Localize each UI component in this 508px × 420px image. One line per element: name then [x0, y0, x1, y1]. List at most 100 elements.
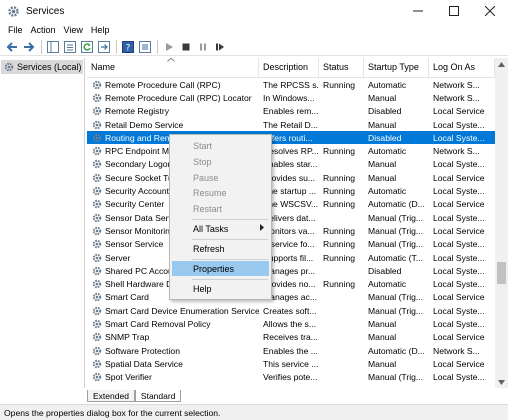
- table-row[interactable]: Security Accounts Manager The startup ...…: [87, 184, 508, 197]
- service-startup-type: Manual (Trig...: [368, 292, 424, 303]
- table-row[interactable]: RPC Endpoint Mapper Resolves RP... Running…: [87, 144, 508, 157]
- toolbar: ?: [0, 38, 508, 56]
- scroll-up-arrow-icon[interactable]: [495, 58, 508, 70]
- service-gear-icon: [92, 253, 102, 263]
- table-row[interactable]: Secure Socket Tunneling Protocol Service…: [87, 171, 508, 184]
- service-description: Creates soft...: [263, 305, 317, 316]
- back-arrow-icon[interactable]: [4, 39, 20, 55]
- context-menu-resume[interactable]: Resume: [172, 185, 269, 200]
- service-description: Enables rem...: [263, 106, 319, 117]
- refresh-icon[interactable]: [79, 39, 95, 55]
- start-service-play-icon[interactable]: [161, 39, 177, 55]
- column-header-status[interactable]: Status: [319, 58, 364, 77]
- service-log-on-as: Local Syste...: [433, 318, 485, 329]
- service-description: This service ...: [263, 358, 319, 369]
- service-name: Remote Procedure Call (RPC) Locator: [105, 92, 252, 103]
- table-row[interactable]: Retail Demo Service The Retail D... Manual…: [87, 118, 508, 131]
- service-name: Server: [105, 252, 131, 263]
- table-row[interactable]: Remote Procedure Call (RPC) The RPCSS s..…: [87, 78, 508, 91]
- context-menu: Start Stop Pause Resume Restart All Task…: [169, 134, 272, 300]
- service-name-cell: Software Protection: [87, 346, 259, 356]
- context-menu-restart[interactable]: Restart: [172, 201, 269, 216]
- vertical-scrollbar[interactable]: [495, 58, 508, 388]
- service-name: Spot Verifier: [105, 372, 152, 383]
- show-hide-tree-icon[interactable]: [45, 39, 61, 55]
- table-row[interactable]: Routing and Remote Access Offers routi...…: [87, 131, 508, 145]
- service-name-cell: Retail Demo Service: [87, 120, 259, 130]
- column-header-startup-type[interactable]: Startup Type: [364, 58, 429, 77]
- toolbar-separator: [157, 39, 158, 54]
- service-gear-icon: [92, 292, 102, 302]
- pause-service-icon[interactable]: [195, 39, 211, 55]
- restart-service-icon[interactable]: [212, 39, 228, 55]
- service-gear-icon: [92, 226, 102, 236]
- service-log-on-as: Local Service: [433, 199, 485, 210]
- table-row[interactable]: Smart Card Manages ac... Manual (Trig... Lo…: [87, 291, 508, 304]
- table-row[interactable]: Sensor Service A service fo... Running Manu…: [87, 238, 508, 251]
- context-menu-separator: [192, 219, 268, 220]
- stop-service-icon[interactable]: [178, 39, 194, 55]
- scrollbar-thumb[interactable]: [497, 262, 506, 284]
- toolbar-separator: [116, 39, 117, 54]
- help-book-icon[interactable]: ?: [120, 39, 136, 55]
- table-row[interactable]: SNMP Trap Receives tra... Manual Local Serv…: [87, 331, 508, 344]
- service-name: Secondary Logon: [105, 159, 173, 170]
- table-row[interactable]: Security Center The WSCSV... Running Automa…: [87, 198, 508, 211]
- menu-help[interactable]: Help: [87, 25, 114, 35]
- column-header-description[interactable]: Description: [259, 58, 319, 77]
- context-menu-pause[interactable]: Pause: [172, 170, 269, 185]
- table-row[interactable]: Secondary Logon Enables star... Manual Loca…: [87, 158, 508, 171]
- tree-item-services-local[interactable]: Services (Local): [1, 60, 83, 74]
- title-bar: Services: [0, 0, 508, 22]
- context-menu-refresh[interactable]: Refresh: [172, 241, 269, 256]
- service-startup-type: Disabled: [368, 132, 402, 143]
- service-status: Running: [323, 172, 356, 183]
- service-startup-type: Manual: [368, 332, 397, 343]
- forward-arrow-icon[interactable]: [21, 39, 37, 55]
- maximize-button[interactable]: [436, 0, 472, 22]
- tab-extended[interactable]: Extended: [87, 390, 135, 402]
- table-row[interactable]: Server Supports fil... Running Automatic (T…: [87, 251, 508, 264]
- table-row[interactable]: Sensor Monitoring Service Monitors va... R…: [87, 224, 508, 237]
- service-log-on-as: Network S...: [433, 345, 480, 356]
- column-header-label: Description: [263, 62, 309, 72]
- export-list-icon[interactable]: [96, 39, 112, 55]
- context-menu-start[interactable]: Start: [172, 138, 269, 153]
- scroll-down-arrow-icon[interactable]: [495, 376, 508, 388]
- service-startup-type: Manual: [368, 358, 397, 369]
- service-name: Retail Demo Service: [105, 119, 184, 130]
- context-menu-help[interactable]: Help: [172, 281, 269, 296]
- column-header-label: Status: [323, 62, 349, 72]
- table-row[interactable]: Software Protection Enables the ... Automa…: [87, 344, 508, 357]
- table-row[interactable]: Spot Verifier Verifies pote... Manual (Tri…: [87, 371, 508, 384]
- context-menu-stop[interactable]: Stop: [172, 154, 269, 169]
- close-button[interactable]: [472, 0, 508, 22]
- column-header-log-on-as[interactable]: Log On As: [429, 58, 495, 77]
- context-menu-all-tasks[interactable]: All Tasks: [172, 221, 269, 236]
- table-row[interactable]: Remote Registry Enables rem... Disabled Loc…: [87, 105, 508, 118]
- context-menu-properties[interactable]: Properties: [172, 261, 269, 276]
- table-row[interactable]: Sensor Data Service Delivers dat... Manual…: [87, 211, 508, 224]
- console-list-icon[interactable]: [62, 39, 78, 55]
- menu-action[interactable]: Action: [27, 25, 60, 35]
- status-bar: Opens the properties dialog box for the …: [0, 404, 508, 420]
- tab-standard[interactable]: Standard: [134, 390, 182, 402]
- service-gear-icon: [92, 199, 102, 209]
- service-status: Running: [323, 239, 356, 250]
- service-startup-type: Manual: [368, 119, 397, 130]
- table-row[interactable]: Shared PC Account Manager Manages pr... Di…: [87, 264, 508, 277]
- table-row[interactable]: Smart Card Removal Policy Allows the s...…: [87, 317, 508, 330]
- menu-view[interactable]: View: [60, 25, 87, 35]
- properties-sheet-icon[interactable]: [137, 39, 153, 55]
- table-row[interactable]: Spatial Data Service This service ... Manu…: [87, 357, 508, 370]
- service-name: Remote Procedure Call (RPC): [105, 79, 221, 90]
- service-gear-icon: [92, 213, 102, 223]
- table-row[interactable]: Shell Hardware Detection Provides no... Ru…: [87, 277, 508, 290]
- menu-file[interactable]: File: [4, 25, 27, 35]
- table-row[interactable]: Smart Card Device Enumeration Service Cre…: [87, 304, 508, 317]
- table-row[interactable]: Remote Procedure Call (RPC) Locator In Wi…: [87, 91, 508, 104]
- service-name: Smart Card: [105, 292, 149, 303]
- minimize-button[interactable]: [400, 0, 436, 22]
- service-status: Running: [323, 225, 356, 236]
- column-header-name[interactable]: Name: [87, 58, 259, 77]
